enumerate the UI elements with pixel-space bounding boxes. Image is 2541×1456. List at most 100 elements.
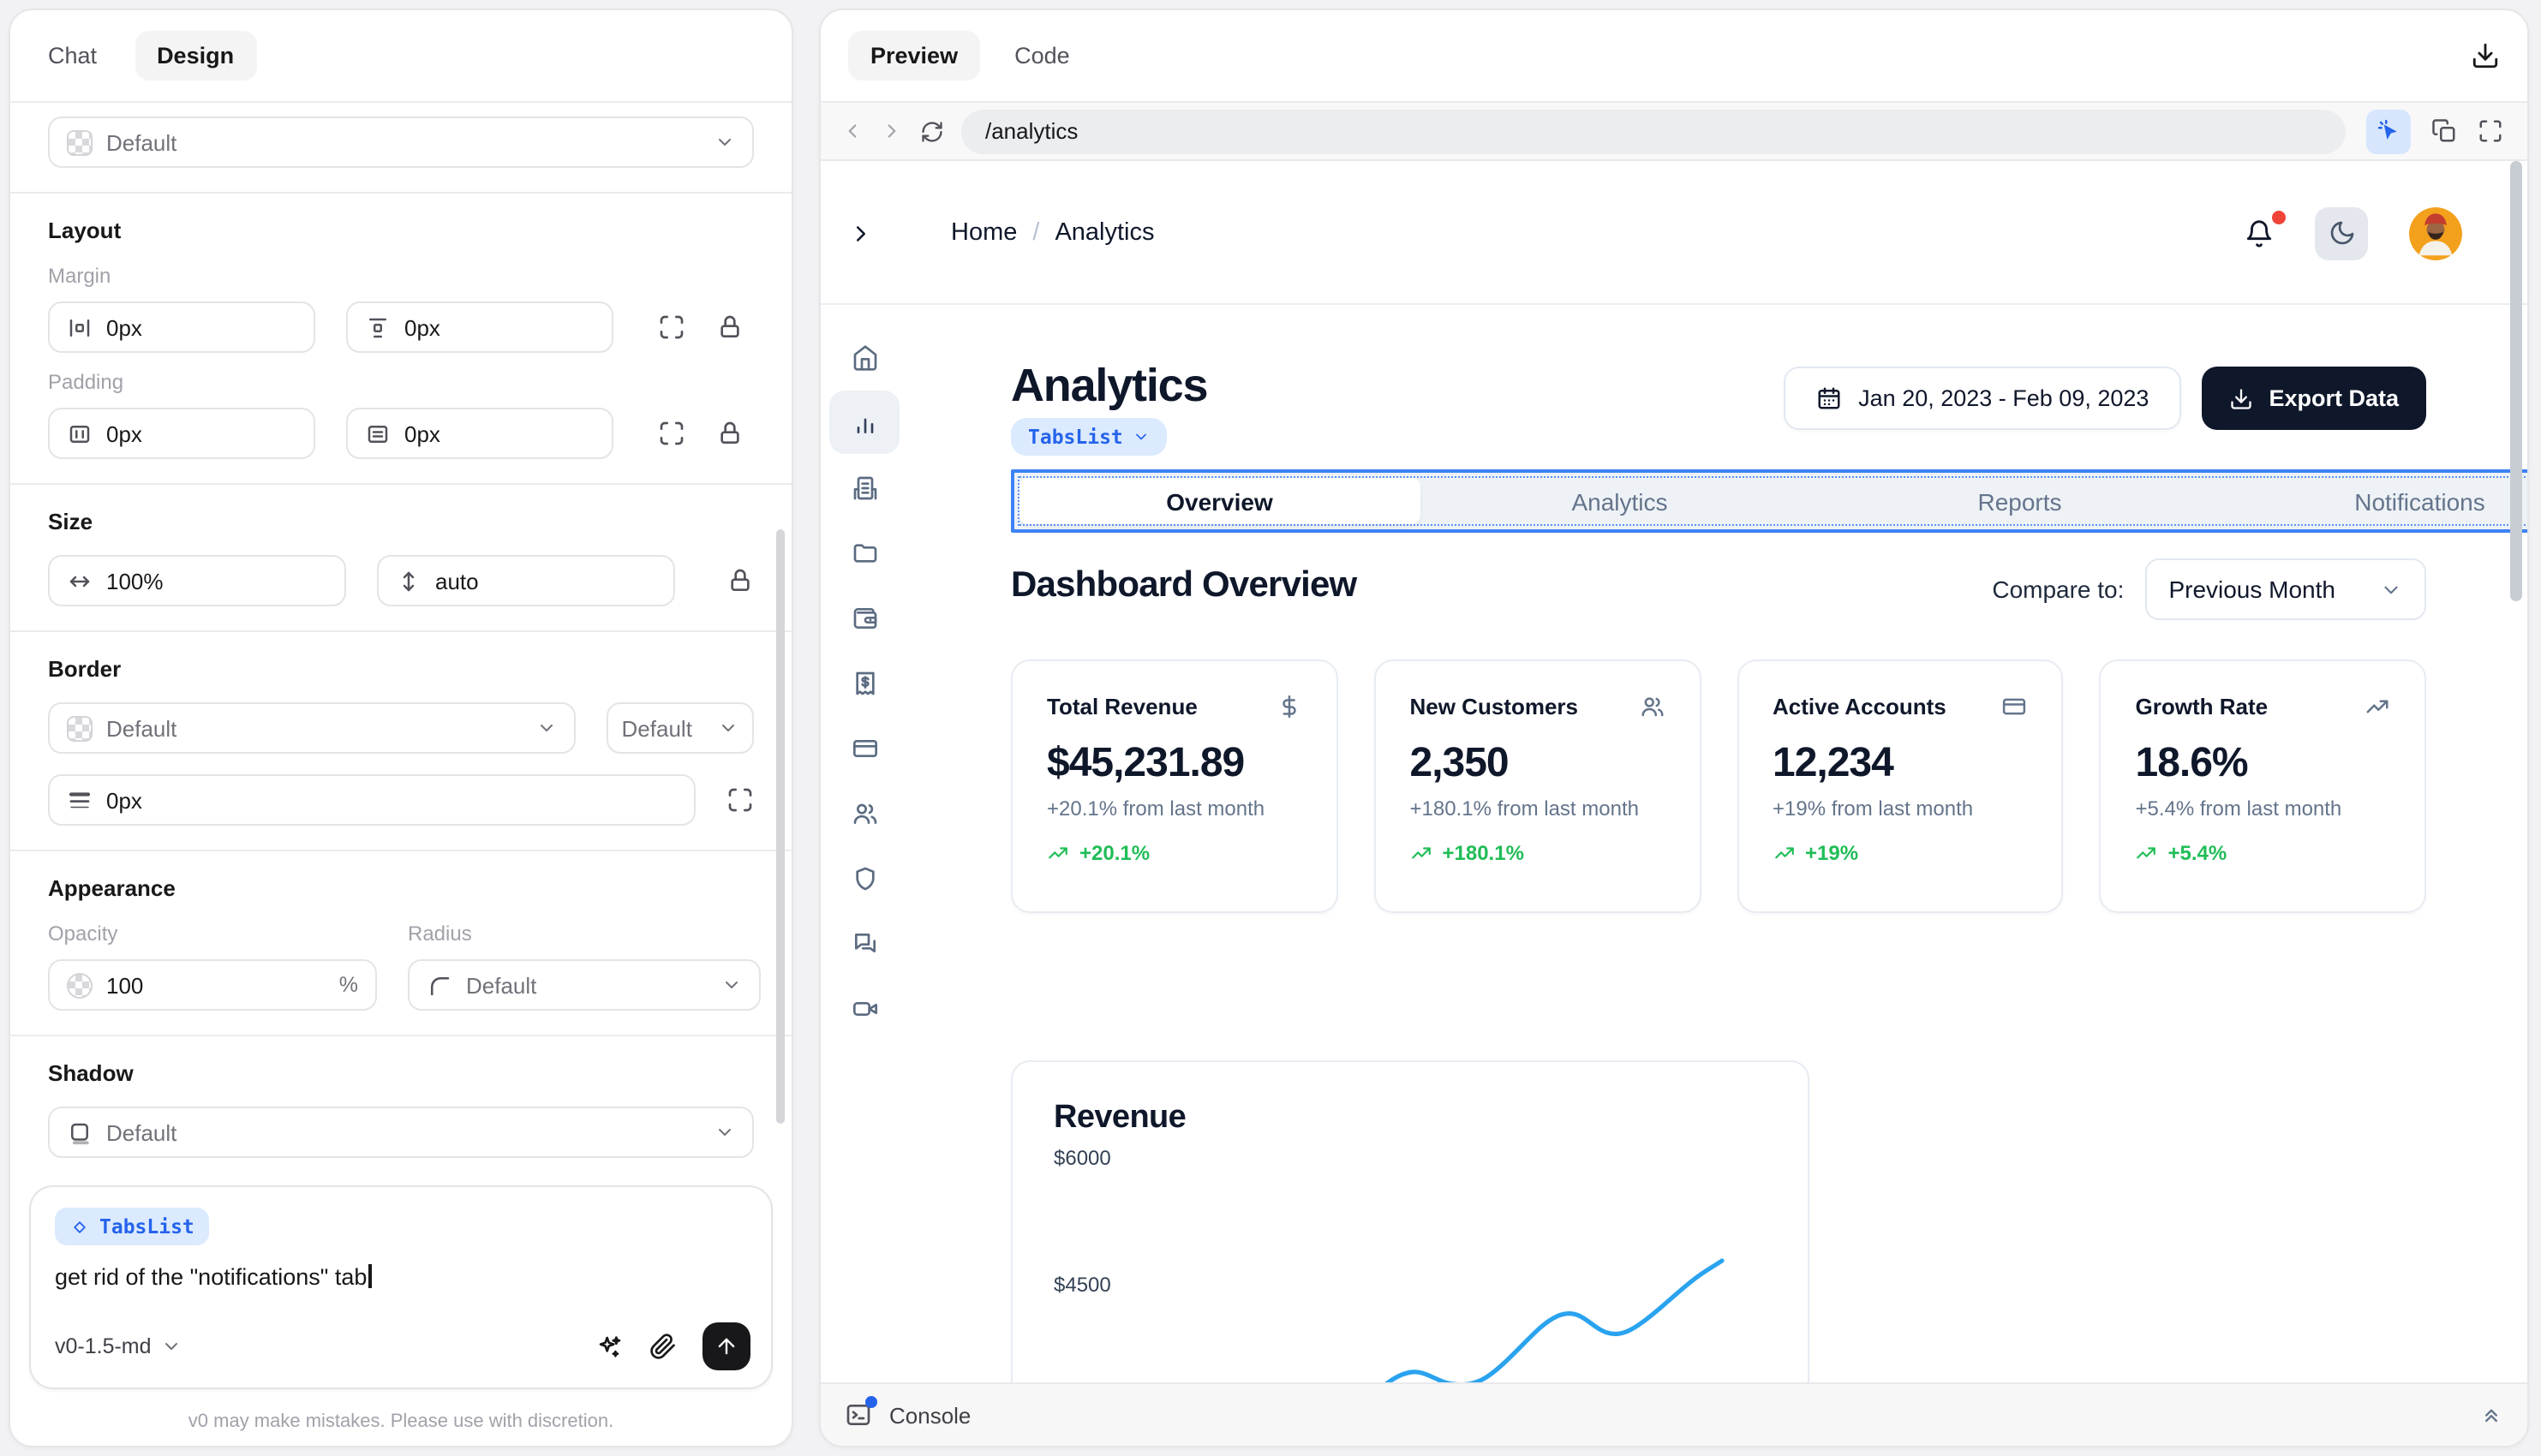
chat-composer[interactable]: TabsList get rid of the "notifications" … — [29, 1185, 773, 1389]
stat-card-growth-rate: Growth Rate 18.6% +5.4% from last month … — [2100, 659, 2427, 913]
size-lock-button[interactable] — [726, 567, 754, 594]
preview-scrollbar[interactable] — [2510, 161, 2522, 601]
sidebar-item-cards[interactable] — [829, 716, 900, 779]
stat-value: $45,231.89 — [1047, 740, 1302, 788]
border-width-icon — [67, 787, 93, 813]
component-style-dropdown[interactable]: Default — [48, 116, 754, 168]
model-selector[interactable]: v0-1.5-md — [55, 1334, 182, 1358]
composer-input[interactable]: get rid of the "notifications" tab — [55, 1264, 747, 1290]
tab-reports[interactable]: Reports — [1820, 478, 2220, 524]
width-input[interactable]: 100% — [48, 555, 346, 606]
tab-notifications[interactable]: Notifications — [2220, 478, 2527, 524]
sidebar-item-wallet[interactable] — [829, 586, 900, 649]
fullscreen-button[interactable] — [2478, 118, 2503, 144]
tab-design[interactable]: Design — [135, 31, 256, 81]
chevron-down-icon — [721, 975, 742, 995]
chevron-down-icon — [536, 718, 557, 738]
layout-section-title: Layout — [48, 218, 754, 243]
padding-vertical-input[interactable]: 0px — [346, 408, 613, 459]
margin-lock-button[interactable] — [716, 313, 744, 341]
trending-up-icon — [2365, 694, 2390, 719]
sidebar-item-files[interactable] — [829, 521, 900, 584]
export-data-label: Export Data — [2269, 385, 2399, 411]
sidebar-item-messages[interactable] — [829, 911, 900, 975]
divider — [10, 483, 792, 485]
sparkles-icon[interactable] — [596, 1333, 624, 1360]
analytics-page: Analytics TabsList Jan 20, 2023 - Feb 09… — [910, 305, 2527, 1382]
tab-code[interactable]: Code — [1014, 43, 1070, 69]
chevron-down-icon — [1133, 428, 1151, 445]
sidebar-item-organization[interactable] — [829, 456, 900, 519]
refresh-button[interactable] — [920, 119, 944, 143]
border-color-dropdown[interactable]: Default — [48, 702, 576, 754]
breadcrumb-home[interactable]: Home — [951, 219, 1017, 247]
sidebar-item-home[interactable] — [829, 325, 900, 389]
design-controls-scroll[interactable]: Default Layout Margin 0px 0px Padding — [10, 103, 792, 1185]
user-avatar[interactable] — [2409, 206, 2462, 260]
dashboard-tabs: Overview Analytics Reports Notifications — [1014, 473, 2527, 529]
theme-toggle[interactable] — [2315, 206, 2368, 260]
padding-lock-button[interactable] — [716, 420, 744, 447]
tab-preview[interactable]: Preview — [848, 31, 980, 81]
tab-chat[interactable]: Chat — [48, 43, 97, 69]
date-range-button[interactable]: Jan 20, 2023 - Feb 09, 2023 — [1783, 367, 2181, 430]
export-data-button[interactable]: Export Data — [2202, 367, 2426, 430]
margin-horizontal-input[interactable]: 0px — [48, 301, 315, 353]
padding-horizontal-icon — [67, 421, 93, 446]
opacity-input[interactable]: 100 % — [48, 959, 377, 1011]
sidebar-item-security[interactable] — [829, 846, 900, 910]
height-input[interactable]: auto — [377, 555, 675, 606]
selected-element-chip[interactable]: TabsList — [1011, 418, 1168, 456]
download-button[interactable] — [2471, 41, 2500, 70]
date-range-value: Jan 20, 2023 - Feb 09, 2023 — [1858, 385, 2149, 411]
sidebar-item-customers[interactable] — [829, 781, 900, 844]
notifications-button[interactable] — [2245, 218, 2274, 248]
terminal-icon — [845, 1401, 872, 1429]
console-bar[interactable]: Console — [821, 1382, 2527, 1446]
tab-overview[interactable]: Overview — [1019, 478, 1420, 524]
sidebar-item-invoices[interactable] — [829, 651, 900, 714]
design-panel-scrollbar[interactable] — [776, 529, 785, 1124]
url-input[interactable]: /analytics — [961, 109, 2346, 153]
appearance-section-title: Appearance — [48, 875, 754, 901]
breadcrumb-current[interactable]: Analytics — [1055, 219, 1154, 247]
shield-icon — [851, 864, 878, 892]
back-button[interactable] — [841, 120, 864, 142]
opacity-label: Opacity — [48, 922, 377, 946]
forward-button[interactable] — [881, 120, 903, 142]
browser-bar: /analytics — [821, 103, 2527, 161]
selected-component-chip[interactable]: TabsList — [55, 1208, 210, 1245]
v0-app: Chat Design Default Layout Margin 0px 0p… — [0, 0, 2541, 1456]
expand-icon — [658, 420, 685, 447]
folder-icon — [851, 539, 878, 566]
revenue-card: Revenue $6000 $4500 $3000 — [1011, 1060, 1809, 1382]
shadow-dropdown[interactable]: Default — [48, 1107, 754, 1158]
copy-button[interactable] — [2431, 118, 2457, 144]
video-icon — [851, 994, 878, 1022]
selected-tabslist-outline: Overview Analytics Reports Notifications — [1011, 469, 2527, 533]
compare-select[interactable]: Previous Month — [2144, 558, 2426, 620]
border-expand-button[interactable] — [726, 786, 754, 814]
inspector-toggle[interactable] — [2366, 109, 2411, 153]
console-expand-button[interactable] — [2479, 1403, 2503, 1427]
margin-vertical-input[interactable]: 0px — [346, 301, 613, 353]
stat-badge-value: +19% — [1805, 841, 1858, 865]
lock-icon — [716, 313, 744, 341]
tab-analytics[interactable]: Analytics — [1420, 478, 1820, 524]
sidebar-item-video[interactable] — [829, 976, 900, 1040]
send-button[interactable] — [703, 1322, 750, 1370]
padding-expand-button[interactable] — [658, 420, 685, 447]
sidebar-toggle[interactable] — [848, 220, 874, 246]
paperclip-icon[interactable] — [649, 1333, 677, 1360]
opacity-value: 100 — [106, 972, 143, 998]
margin-expand-button[interactable] — [658, 313, 685, 341]
trending-up-icon — [2136, 842, 2158, 864]
padding-horizontal-input[interactable]: 0px — [48, 408, 315, 459]
stat-label: New Customers — [1410, 694, 1579, 719]
border-style-dropdown[interactable]: Default — [607, 702, 754, 754]
disclaimer-text: v0 may make mistakes. Please use with di… — [10, 1411, 792, 1432]
trending-up-icon — [1047, 842, 1069, 864]
radius-dropdown[interactable]: Default — [408, 959, 761, 1011]
border-width-input[interactable]: 0px — [48, 774, 696, 826]
sidebar-item-analytics[interactable] — [829, 391, 900, 454]
